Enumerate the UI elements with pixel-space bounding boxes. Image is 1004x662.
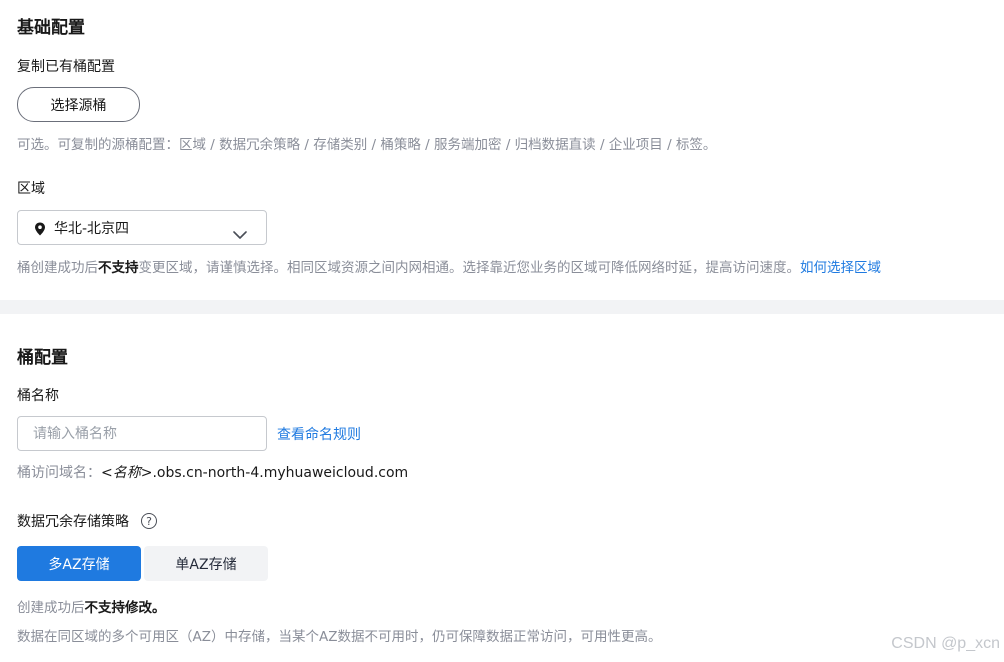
naming-rules-link[interactable]: 查看命名规则 xyxy=(277,424,361,444)
bucket-domain-suffix: .obs.cn-north-4.myhuaweicloud.com xyxy=(152,465,409,481)
bucket-domain: 桶访问域名：<名称>.obs.cn-north-4.myhuaweicloud.… xyxy=(17,462,408,482)
region-label: 区域 xyxy=(17,181,45,197)
copy-config-hint: 可选。可复制的源桶配置：区域 / 数据冗余策略 / 存储类别 / 桶策略 / 服… xyxy=(17,137,717,153)
region-hint-suffix: 变更区域，请谨慎选择。相同区域资源之间内网相通。选择靠近您业务的区域可降低网络时… xyxy=(138,260,801,276)
region-select[interactable]: 华北-北京四 xyxy=(17,210,267,245)
bucket-domain-prefix: 桶访问域名： xyxy=(17,465,101,481)
redundancy-note-prefix: 创建成功后 xyxy=(17,600,85,616)
location-pin-icon xyxy=(34,221,46,235)
redundancy-label: 数据冗余存储策略 xyxy=(17,514,129,530)
region-hint: 桶创建成功后不支持变更区域，请谨慎选择。相同区域资源之间内网相通。选择靠近您业务… xyxy=(17,256,881,276)
redundancy-option-multi-az[interactable]: 多AZ存储 xyxy=(17,546,141,581)
watermark: CSDN @p_xcn xyxy=(891,635,1000,652)
redundancy-note-bold: 不支持修改。 xyxy=(84,600,166,616)
basic-config-section: 基础配置 复制已有桶配置 选择源桶 可选。可复制的源桶配置：区域 / 数据冗余策… xyxy=(0,0,1004,300)
redundancy-option-single-az[interactable]: 单AZ存储 xyxy=(144,546,268,581)
section-divider xyxy=(0,300,1004,314)
naming-rules-link-text[interactable]: 查看命名规则 xyxy=(277,427,361,443)
select-source-bucket-button[interactable]: 选择源桶 xyxy=(17,87,140,122)
question-circle-icon[interactable]: ? xyxy=(141,513,157,529)
bucket-name-label: 桶名称 xyxy=(17,388,59,404)
region-hint-prefix: 桶创建成功后 xyxy=(17,260,98,276)
bucket-name-input[interactable] xyxy=(17,416,267,451)
bucket-config-title: 桶配置 xyxy=(17,348,68,368)
region-hint-bold: 不支持 xyxy=(98,260,139,276)
bucket-config-section: 桶配置 桶名称 查看命名规则 桶访问域名：<名称>.obs.cn-north-4… xyxy=(0,314,1004,662)
copy-config-label: 复制已有桶配置 xyxy=(17,59,115,75)
redundancy-label-row: 数据冗余存储策略 ? xyxy=(17,511,157,531)
redundancy-description: 数据在同区域的多个可用区（AZ）中存储，当某个AZ数据不可用时，仍可保障数据正常… xyxy=(17,629,662,645)
bucket-domain-name-part: <名称> xyxy=(101,465,153,481)
chevron-down-icon xyxy=(233,224,247,239)
how-to-choose-region-link[interactable]: 如何选择区域 xyxy=(800,260,881,276)
region-select-value: 华北-北京四 xyxy=(54,220,130,237)
redundancy-note: 创建成功后不支持修改。 xyxy=(17,596,166,616)
basic-config-title: 基础配置 xyxy=(17,18,85,38)
